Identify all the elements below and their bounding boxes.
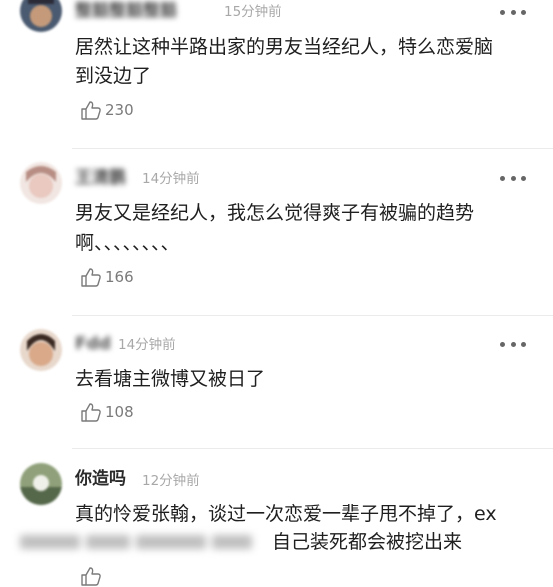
username[interactable]: Fdd [75, 333, 113, 355]
comment-text-line: 啊、、、、、、、、 [75, 232, 180, 254]
like-count: 108 [105, 403, 134, 421]
comment-text-line: 自己装死都会被挖出来 [272, 531, 463, 553]
thumbs-up-icon [81, 403, 101, 422]
comment-time: 12分钟前 [142, 473, 200, 489]
thumbs-up-icon [81, 567, 101, 586]
divider [72, 148, 553, 149]
like-count: 230 [105, 101, 134, 119]
like-count: 166 [105, 268, 134, 286]
username[interactable]: 你造吗 [75, 468, 126, 490]
avatar-image [20, 329, 62, 371]
avatar[interactable] [20, 329, 62, 371]
comment-text-line: 居然让这种半路出家的男友当经纪人，特么恋爱脑 [75, 36, 494, 58]
divider [72, 315, 553, 316]
avatar-image [20, 162, 62, 204]
comment-time: 14分钟前 [142, 171, 200, 187]
avatar-image [20, 463, 62, 505]
avatar[interactable] [20, 0, 62, 32]
obscured-text [20, 528, 260, 556]
username[interactable]: 整豁整豁整豁 [75, 0, 215, 22]
comment-text-line: 真的怜爱张翰，谈过一次恋爱一辈子甩不掉了，ex [75, 503, 497, 525]
avatar[interactable] [20, 463, 62, 505]
comment-text-line: 到没边了 [75, 65, 152, 87]
avatar[interactable] [20, 162, 62, 204]
username[interactable]: 王清鹏 [75, 167, 135, 189]
divider [72, 448, 553, 449]
more-dots-icon[interactable] [500, 172, 526, 184]
comment-time: 15分钟前 [224, 4, 282, 20]
like-button[interactable]: 166 [80, 266, 134, 288]
thumbs-up-icon [81, 268, 101, 287]
avatar-image [20, 0, 62, 32]
comment-text-line: 去看塘主微博又被日了 [75, 368, 266, 390]
comment-time: 14分钟前 [118, 337, 176, 353]
like-button[interactable]: 108 [80, 401, 134, 423]
more-dots-icon[interactable] [500, 6, 526, 18]
more-dots-icon[interactable] [500, 338, 526, 350]
like-button[interactable]: 230 [80, 99, 134, 121]
like-button[interactable] [80, 565, 105, 587]
thumbs-up-icon [81, 101, 101, 120]
comment-text-line: 男友又是经纪人，我怎么觉得爽子有被骗的趋势 [75, 202, 475, 224]
